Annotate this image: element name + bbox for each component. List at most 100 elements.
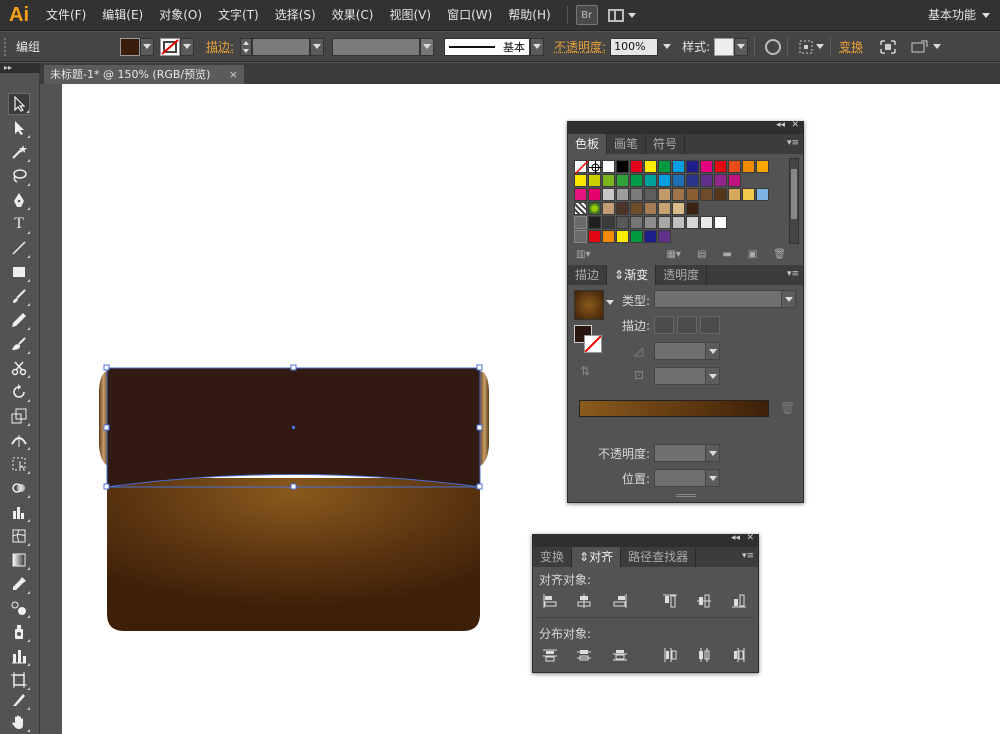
resize-handle[interactable] <box>676 494 696 497</box>
fill-control[interactable] <box>120 37 154 56</box>
tab-symbols[interactable]: 符号 <box>646 134 686 154</box>
swatch-chip[interactable] <box>700 216 713 229</box>
close-icon[interactable]: ✕ <box>791 120 799 130</box>
swatch-chip[interactable] <box>574 188 587 201</box>
opacity-field[interactable]: 100% <box>610 37 659 56</box>
swatch-chip[interactable] <box>658 202 671 215</box>
panel-options-control[interactable] <box>911 40 942 54</box>
stroke-label[interactable]: 描边: <box>206 38 234 55</box>
swatch-chip[interactable] <box>658 160 671 173</box>
selection-tool[interactable] <box>8 93 30 115</box>
shape-builder-tool[interactable] <box>8 477 30 499</box>
panel-menu-icon[interactable]: ▾≡ <box>787 138 799 148</box>
blob-brush-tool[interactable] <box>8 333 30 355</box>
menu-select[interactable]: 选择(S) <box>267 0 324 31</box>
mesh-tool[interactable] <box>8 525 30 547</box>
width-tool[interactable] <box>8 429 30 451</box>
swatch-chip[interactable] <box>616 174 629 187</box>
swatch-chip[interactable] <box>630 202 643 215</box>
fill-dropdown[interactable] <box>140 37 154 56</box>
workspace-switcher[interactable]: 基本功能 <box>928 0 990 31</box>
tab-swatches[interactable]: 色板 <box>568 134 608 154</box>
close-icon[interactable]: ✕ <box>746 533 754 543</box>
swatch-chip[interactable] <box>658 230 671 243</box>
stroke-weight-stepper[interactable] <box>240 37 253 56</box>
horizontal-distribute-center-icon[interactable] <box>695 647 713 663</box>
gradient-angle-field[interactable] <box>654 342 720 360</box>
swatch-chip[interactable] <box>700 160 713 173</box>
transform-label[interactable]: 变换 <box>839 38 863 55</box>
panel-menu-icon[interactable]: ▾≡ <box>742 551 754 561</box>
swatch-chip[interactable] <box>658 216 671 229</box>
artboard[interactable] <box>62 84 1000 734</box>
graph-tool[interactable] <box>8 501 30 523</box>
line-segment-tool[interactable] <box>8 237 30 259</box>
gradient-slider[interactable] <box>579 400 769 417</box>
opacity-label[interactable]: 不透明度: <box>554 38 606 55</box>
grip-handle[interactable] <box>4 37 10 56</box>
horizontal-align-left-icon[interactable] <box>541 593 559 609</box>
horizontal-align-right-icon[interactable] <box>611 593 629 609</box>
swatch-chip[interactable] <box>588 230 601 243</box>
gradient-type-dropdown[interactable] <box>654 290 796 308</box>
vertical-distribute-center-icon[interactable] <box>575 647 593 663</box>
gradient-tool[interactable] <box>8 549 30 571</box>
brush-dropdown[interactable] <box>530 37 545 56</box>
swatch-chip[interactable] <box>756 160 769 173</box>
stroke-across-icon[interactable] <box>700 316 720 334</box>
lasso-tool[interactable] <box>8 165 30 187</box>
stroke-swatch[interactable] <box>160 37 180 56</box>
swatch-chip[interactable] <box>616 230 629 243</box>
swatch-chip[interactable] <box>672 160 685 173</box>
swatch-chip[interactable] <box>728 160 741 173</box>
scissors-tool[interactable] <box>8 357 30 379</box>
arrange-documents-button[interactable] <box>607 5 644 25</box>
align-to-control[interactable] <box>798 39 825 55</box>
menu-window[interactable]: 窗口(W) <box>439 0 500 31</box>
swatch-chip[interactable] <box>686 174 699 187</box>
variable-width-dropdown[interactable] <box>420 37 435 56</box>
tab-transparency[interactable]: 透明度 <box>656 265 708 285</box>
horizontal-align-center-icon[interactable] <box>575 593 593 609</box>
swatch-chip[interactable] <box>728 174 741 187</box>
swatch-chip[interactable] <box>630 188 643 201</box>
magic-wand-tool[interactable] <box>8 141 30 163</box>
collapse-icon[interactable]: ◂◂ <box>776 120 785 130</box>
swatch-chip[interactable] <box>588 174 601 187</box>
close-tab-button[interactable]: × <box>229 65 238 84</box>
vertical-align-center-icon[interactable] <box>695 593 713 609</box>
swatch-chip[interactable] <box>672 216 685 229</box>
menu-file[interactable]: 文件(F) <box>38 0 94 31</box>
swatch-chip[interactable] <box>630 216 643 229</box>
swatch-chip[interactable] <box>686 216 699 229</box>
swatch-chip[interactable] <box>574 202 587 215</box>
panel-titlebar[interactable]: ◂◂ ✕ <box>533 533 758 547</box>
swatch-chip[interactable] <box>574 174 587 187</box>
swatch-chip[interactable] <box>602 188 615 201</box>
gradient-preview-swatch[interactable] <box>574 290 604 320</box>
swatch-chip[interactable] <box>588 216 601 229</box>
swatch-chip[interactable] <box>700 188 713 201</box>
hand-tool[interactable] <box>8 711 30 733</box>
fill-swatch[interactable] <box>120 37 140 56</box>
swatch-chip[interactable] <box>616 160 629 173</box>
tab-align[interactable]: ⇕对齐 <box>572 547 622 567</box>
rectangle-tool[interactable] <box>8 261 30 283</box>
horizontal-distribute-right-icon[interactable] <box>730 647 748 663</box>
swatch-chip[interactable] <box>630 174 643 187</box>
swatch-chip[interactable] <box>644 230 657 243</box>
swatch-chip[interactable] <box>728 188 741 201</box>
swatch-chip[interactable] <box>742 160 755 173</box>
document-tab[interactable]: 未标题-1* @ 150% (RGB/预览) × <box>44 65 244 84</box>
menu-edit[interactable]: 编辑(E) <box>94 0 151 31</box>
menu-help[interactable]: 帮助(H) <box>500 0 558 31</box>
tab-brushes[interactable]: 画笔 <box>607 134 647 154</box>
stroke-within-icon[interactable] <box>654 316 674 334</box>
scale-tool[interactable] <box>8 405 30 427</box>
opacity-control[interactable]: 100% <box>610 37 672 56</box>
symbol-sprayer-tool[interactable] <box>8 621 30 643</box>
swatch-chip[interactable] <box>672 188 685 201</box>
graphic-style-swatch[interactable] <box>714 37 735 56</box>
paintbrush-tool[interactable] <box>8 285 30 307</box>
new-color-group-icon[interactable]: ▬ <box>722 249 731 260</box>
